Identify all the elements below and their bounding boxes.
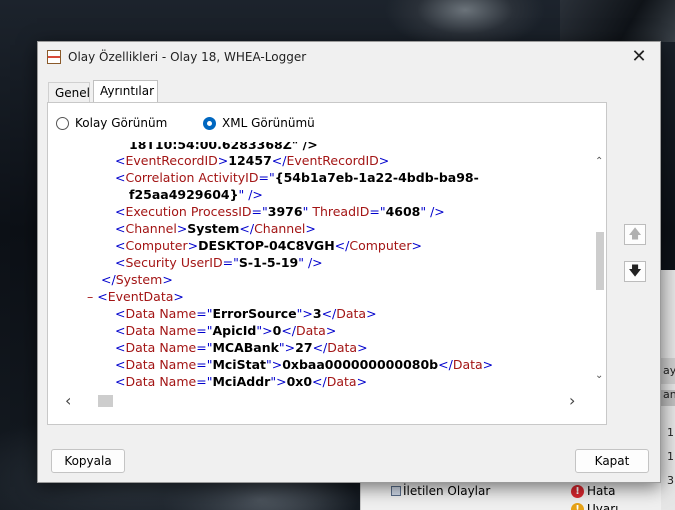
activity-id-value: {54b1a7eb-1a22-4bdb-ba98- xyxy=(274,170,479,185)
xml-data-row: <Data Name="MCABank">27</Data> xyxy=(115,340,368,355)
data-value: 27 xyxy=(295,340,313,355)
background-cell: 3 xyxy=(667,474,674,487)
xml-data-row: <Data Name="MciAddr">0x0</Data> xyxy=(115,374,368,389)
data-name-attr: ErrorSource xyxy=(212,306,297,321)
data-name-attr: ApicId xyxy=(212,323,257,338)
tree-item-forwarded-events[interactable]: İletilen Olaylar xyxy=(403,484,490,498)
radio-friendly-view-label: Kolay Görünüm xyxy=(75,116,168,130)
log-icon xyxy=(391,486,401,496)
xml-line-correlation-cont: f25aa4929604}" /> xyxy=(129,187,263,202)
close-button[interactable]: Kapat xyxy=(575,449,649,473)
radio-button[interactable] xyxy=(203,117,216,130)
scroll-up-icon[interactable]: ⌃ xyxy=(595,156,603,167)
data-name-attr: MciStat xyxy=(212,357,266,372)
xml-data-row: <Data Name="ErrorSource">3</Data> xyxy=(115,306,377,321)
xml-line-eventdata-open[interactable]: – <EventData> xyxy=(87,288,184,305)
data-name-attr: MciAddr xyxy=(212,374,271,389)
user-id-value: S-1-5-19 xyxy=(238,255,299,270)
background-cell: 1 xyxy=(667,450,674,463)
wallpaper-figure xyxy=(385,0,545,42)
arrow-down-icon[interactable]: 🡇 xyxy=(624,261,646,282)
xml-time-partial: 18T10:54:00.6283368Z" /> xyxy=(129,142,318,152)
computer-value: DESKTOP-04C8VGH xyxy=(198,238,335,253)
data-value: 3 xyxy=(312,306,322,321)
title-bar[interactable]: Olay Özellikleri - Olay 18, WHEA-Logger … xyxy=(38,42,660,72)
channel-value: System xyxy=(187,221,240,236)
error-icon: ! xyxy=(571,485,584,498)
xml-line-correlation: <Correlation ActivityID="{54b1a7eb-1a22-… xyxy=(115,170,479,185)
radio-button[interactable] xyxy=(56,117,69,130)
level-error-label: Hata xyxy=(587,484,616,498)
event-log-icon xyxy=(47,50,61,64)
activity-id-value-cont: f25aa4929604} xyxy=(129,187,239,202)
data-value: 0xbaa000000000080b xyxy=(282,357,439,372)
radio-xml-view-label: XML Görünümü xyxy=(222,116,315,130)
xml-line-computer: <Computer>DESKTOP-04C8VGH</Computer> xyxy=(115,238,422,253)
tab-general[interactable]: Genel xyxy=(48,82,90,102)
background-cell: ana xyxy=(663,388,675,401)
data-value: 0x0 xyxy=(286,374,313,389)
vertical-scrollbar[interactable]: ⌃ ⌄ xyxy=(594,142,606,391)
horizontal-scroll-thumb[interactable] xyxy=(98,395,113,407)
thread-id-value: 4608 xyxy=(385,204,421,219)
warning-icon: ! xyxy=(571,503,584,510)
record-id-value: 12457 xyxy=(228,153,272,168)
background-tree-list: İletilen Olaylar xyxy=(391,482,591,510)
process-id-value: 3976 xyxy=(267,204,303,219)
copy-button[interactable]: Kopyala xyxy=(51,449,125,473)
scroll-left-icon[interactable]: ‹ xyxy=(65,391,71,410)
horizontal-scrollbar[interactable]: ‹ › xyxy=(65,391,595,410)
details-panel: Kolay Görünüm XML Görünümü 18T10:54:00.6… xyxy=(47,102,607,425)
data-name-attr: MCABank xyxy=(212,340,279,355)
close-icon[interactable]: ✕ xyxy=(628,46,650,68)
background-cell: ayıs xyxy=(663,364,675,377)
wallpaper-hair xyxy=(560,0,675,42)
xml-line-channel: <Channel>System</Channel> xyxy=(115,221,316,236)
arrow-up-icon[interactable]: 🡅 xyxy=(624,224,646,245)
xml-line-security: <Security UserID="S-1-5-19" /> xyxy=(115,255,323,270)
dialog-title: Olay Özellikleri - Olay 18, WHEA-Logger xyxy=(68,50,307,64)
tab-details[interactable]: Ayrıntılar xyxy=(93,80,158,102)
xml-line-record-id: <EventRecordID>12457</EventRecordID> xyxy=(115,153,390,168)
xml-data-row: <Data Name="ApicId">0</Data> xyxy=(115,323,337,338)
level-warning-label: Uyarı xyxy=(587,502,619,510)
data-value: 0 xyxy=(272,323,282,338)
xml-line-execution: <Execution ProcessID="3976" ThreadID="46… xyxy=(115,204,445,219)
collapse-toggle[interactable]: – xyxy=(87,289,93,304)
xml-view[interactable]: 18T10:54:00.6283368Z" /> <EventRecordID>… xyxy=(65,142,595,391)
xml-data-row: <Data Name="MciStat">0xbaa000000000080b<… xyxy=(115,357,494,372)
xml-line-system-close: </System> xyxy=(101,272,173,287)
scroll-right-icon[interactable]: › xyxy=(569,391,575,410)
background-cell: 1 xyxy=(667,426,674,439)
scroll-down-icon[interactable]: ⌄ xyxy=(595,370,603,381)
vertical-scroll-thumb[interactable] xyxy=(596,232,604,290)
event-properties-dialog: Olay Özellikleri - Olay 18, WHEA-Logger … xyxy=(37,41,661,483)
